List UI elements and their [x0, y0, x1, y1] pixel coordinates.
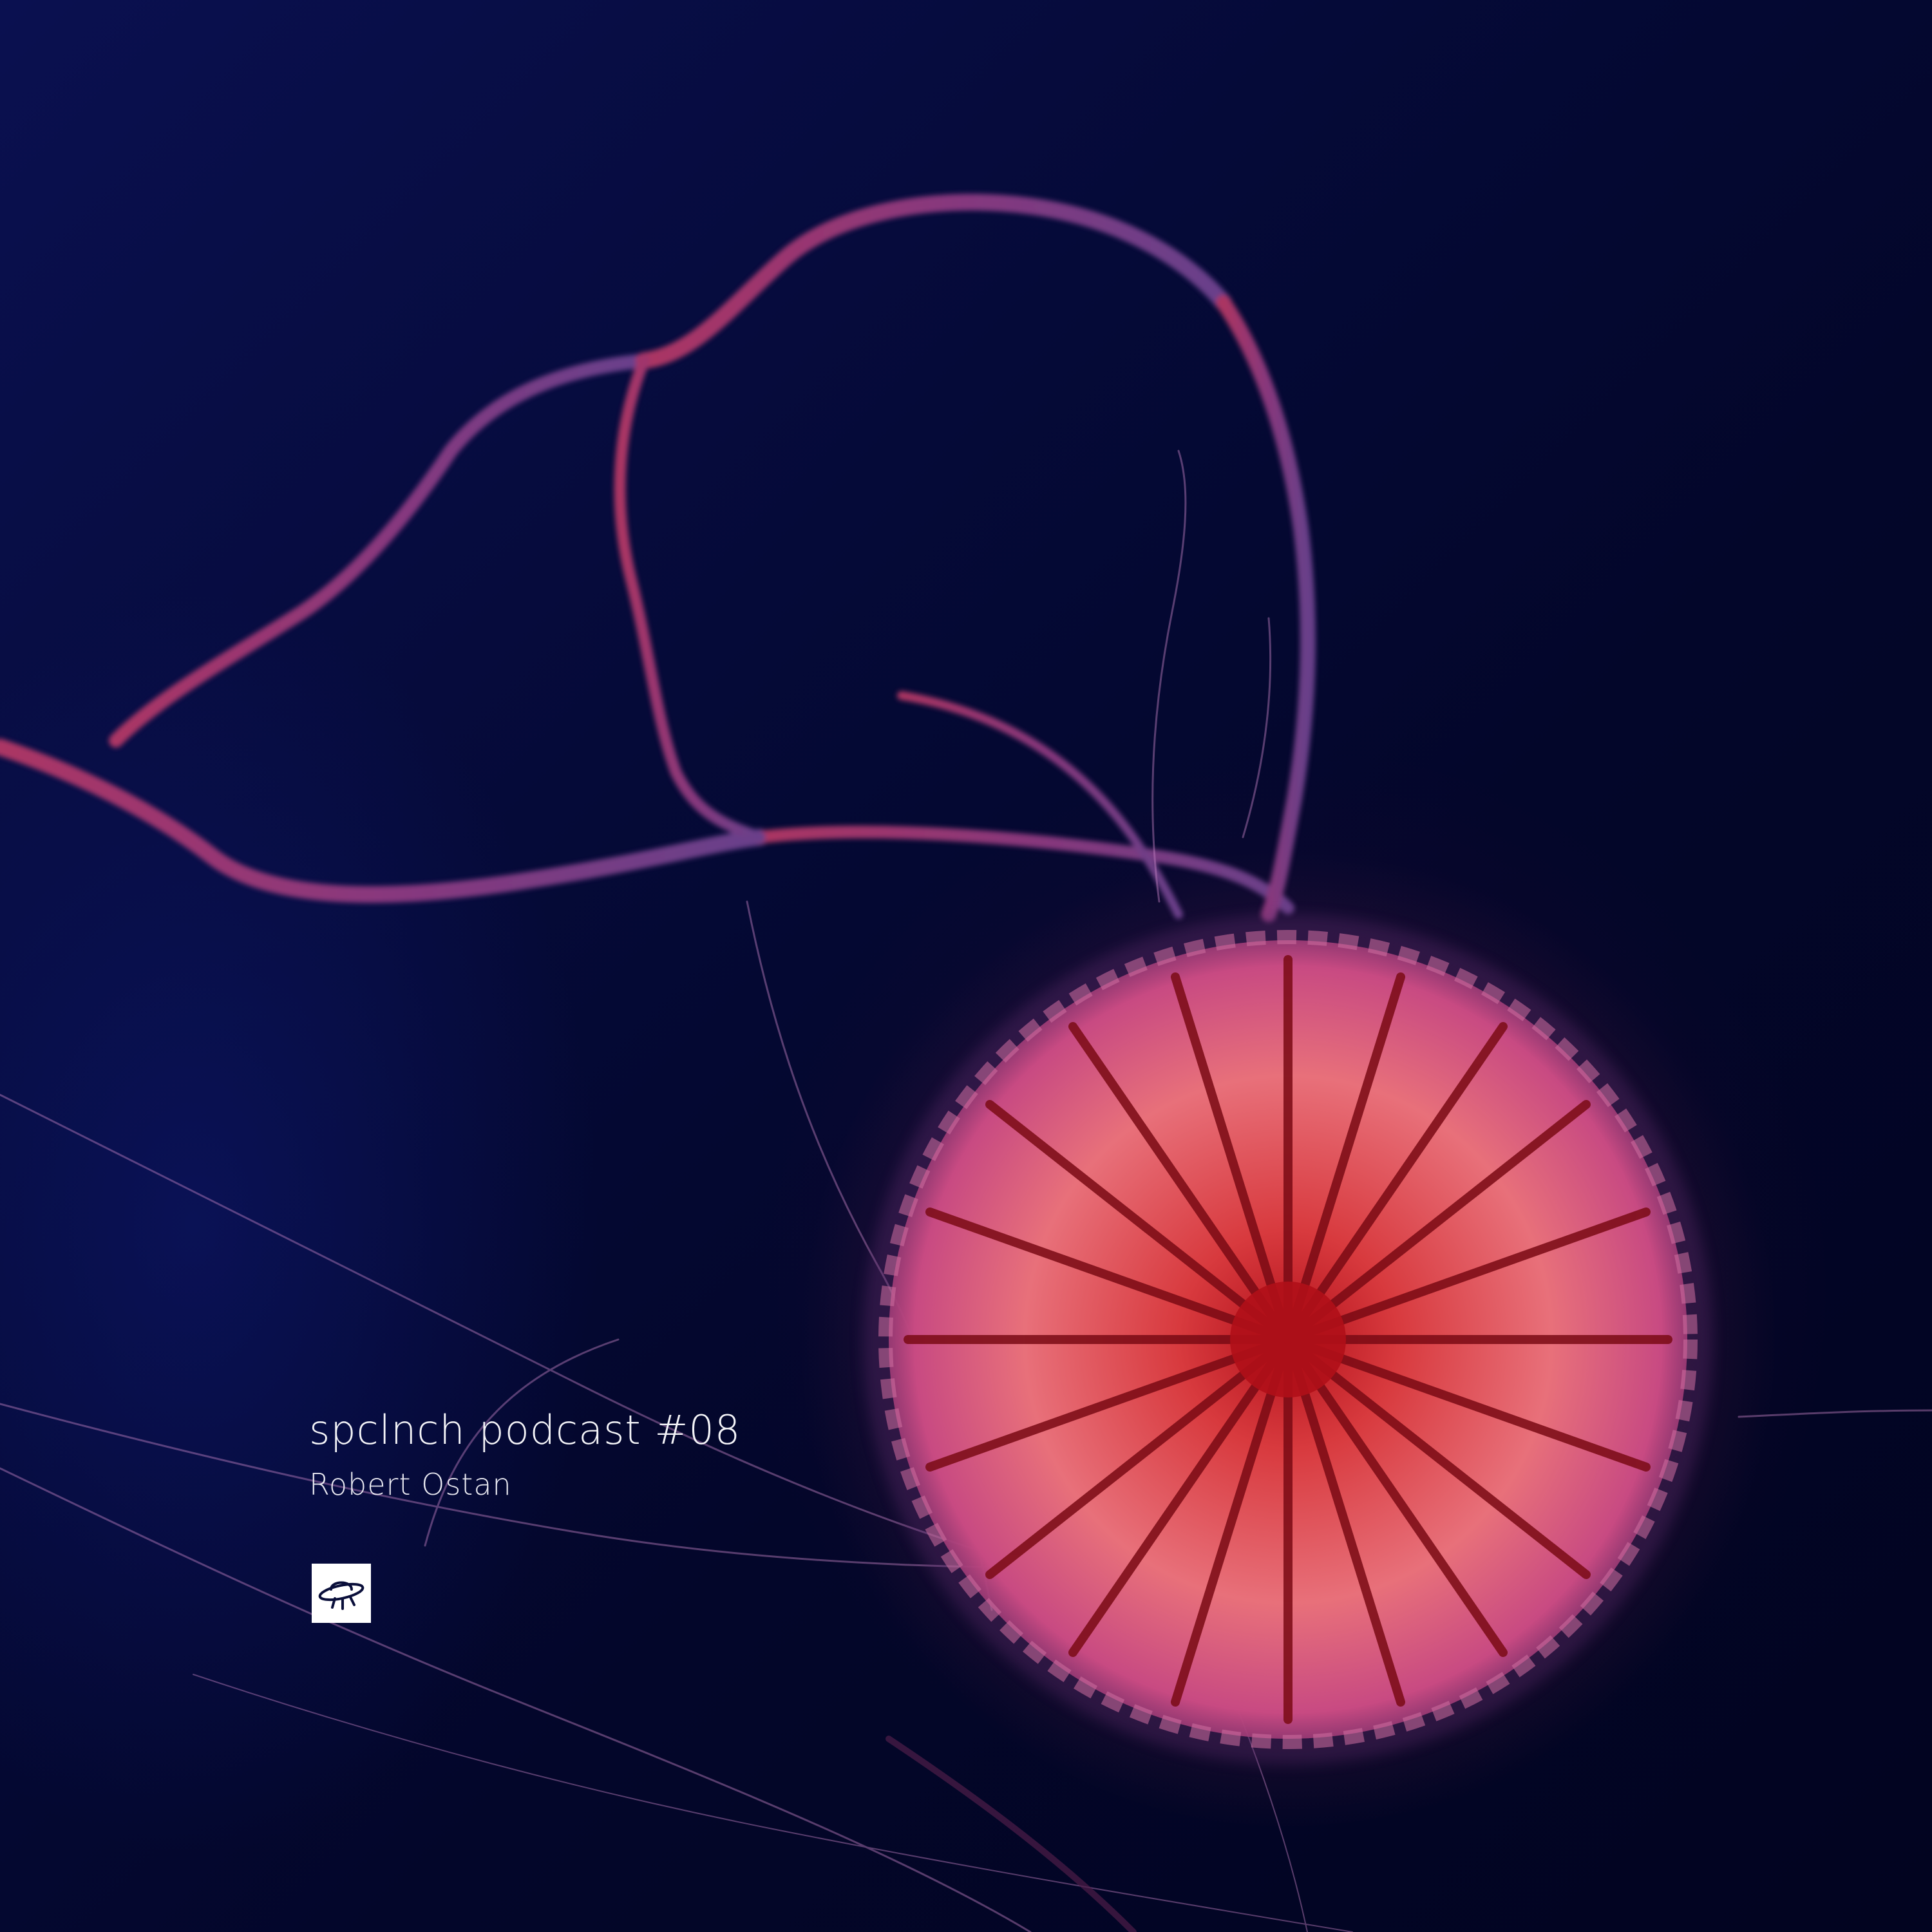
episode-title: spclnch podcast #08: [309, 1406, 741, 1454]
label-logo: [312, 1564, 371, 1623]
ufo-icon: [318, 1581, 365, 1610]
artist-name: Robert Ostan: [309, 1467, 512, 1502]
album-cover: spclnch podcast #08 Robert Ostan: [0, 0, 1932, 1932]
jellyfish-photo: [0, 193, 1932, 1932]
episode-info: spclnch podcast #08 Robert Ostan: [309, 1406, 741, 1502]
